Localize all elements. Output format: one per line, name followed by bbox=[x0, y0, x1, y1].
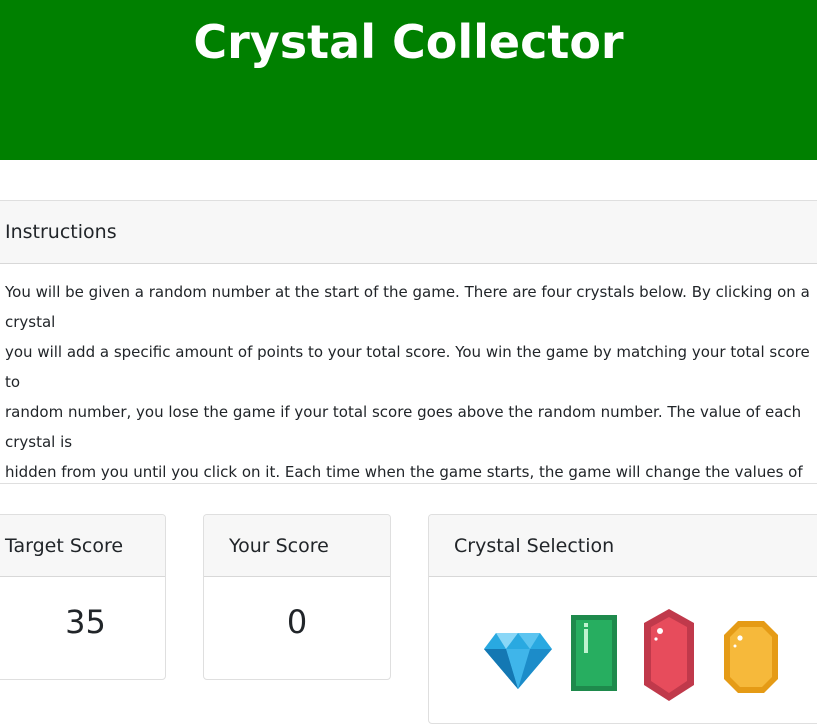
instructions-line: You will be given a random number at the… bbox=[5, 283, 810, 331]
instructions-header: Instructions bbox=[0, 201, 817, 264]
instructions-text: You will be given a random number at the… bbox=[5, 277, 813, 483]
your-score-header: Your Score bbox=[204, 515, 390, 577]
instructions-line: random number, you lose the game if your… bbox=[5, 403, 802, 451]
instructions-line: hidden from you until you click on it. E… bbox=[5, 463, 803, 481]
crystal-selection-header: Crystal Selection bbox=[429, 515, 817, 577]
header-banner: Crystal Collector bbox=[0, 0, 817, 160]
page-title: Crystal Collector bbox=[193, 15, 624, 69]
target-score-card: Target Score 35 bbox=[0, 514, 166, 680]
instructions-card: Instructions You will be given a random … bbox=[0, 200, 817, 484]
your-score-card: Your Score 0 bbox=[203, 514, 391, 680]
target-score-value: 35 bbox=[65, 603, 106, 641]
target-score-header: Target Score bbox=[0, 515, 165, 577]
instructions-line: you will add a specific amount of points… bbox=[5, 343, 810, 391]
blue-diamond-icon[interactable] bbox=[484, 633, 552, 689]
yellow-topaz-icon[interactable] bbox=[724, 621, 778, 693]
red-ruby-icon[interactable] bbox=[644, 609, 694, 701]
crystal-selection-card: Crystal Selection bbox=[428, 514, 817, 724]
your-score-value: 0 bbox=[286, 603, 308, 641]
green-emerald-icon[interactable] bbox=[571, 615, 617, 691]
crystal-group bbox=[484, 609, 784, 705]
